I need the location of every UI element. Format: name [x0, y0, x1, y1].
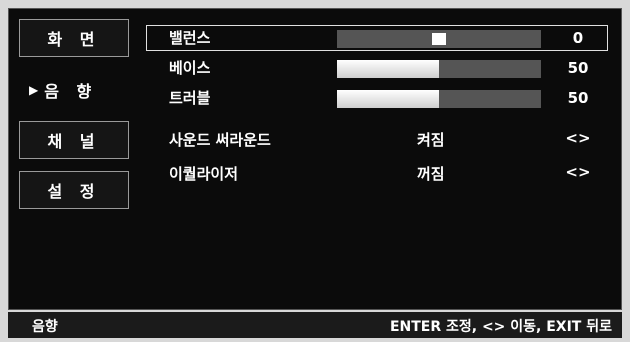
- balance-slider-knob[interactable]: [432, 33, 446, 45]
- footer-hint: ENTER 조정, <> 이동, EXIT 뒤로: [389, 319, 612, 335]
- bass-value: 50: [567, 59, 589, 77]
- bass-slider[interactable]: [337, 60, 541, 78]
- tv-menu-screen: 화 면 ▶ 음 향 채 널 설 정 밸런스 0 베이스 50 트러블 50 사운…: [8, 8, 622, 310]
- bass-label: 베이스: [169, 59, 211, 77]
- equalizer-state[interactable]: 꺼짐: [417, 163, 445, 184]
- balance-value: 0: [572, 29, 584, 47]
- menu-item-label: 설 정: [47, 182, 101, 201]
- footer-section-label: 음향: [32, 319, 58, 335]
- treble-slider-fill: [337, 90, 439, 108]
- menu-item-picture[interactable]: 화 면: [19, 19, 129, 57]
- bass-slider-fill: [337, 60, 439, 78]
- treble-value: 50: [567, 89, 589, 107]
- balance-slider[interactable]: [337, 30, 541, 48]
- menu-item-sound[interactable]: ▶ 음 향: [19, 71, 129, 109]
- status-footer: 음향 ENTER 조정, <> 이동, EXIT 뒤로: [8, 312, 622, 338]
- equalizer-arrows-icon[interactable]: <>: [553, 163, 603, 181]
- menu-item-channel[interactable]: 채 널: [19, 121, 129, 159]
- treble-label: 트러블: [169, 89, 211, 107]
- surround-arrows-icon[interactable]: <>: [553, 129, 603, 147]
- menu-item-label: 채 널: [47, 132, 101, 151]
- surround-label: 사운드 써라운드: [169, 131, 271, 149]
- menu-item-label: 음 향: [44, 82, 98, 101]
- menu-item-settings[interactable]: 설 정: [19, 171, 129, 209]
- equalizer-label: 이퀄라이저: [169, 165, 239, 183]
- menu-item-label: 화 면: [47, 30, 101, 49]
- selected-arrow-icon: ▶: [29, 83, 39, 97]
- surround-state[interactable]: 켜짐: [417, 129, 445, 150]
- treble-slider[interactable]: [337, 90, 541, 108]
- balance-label: 밸런스: [169, 29, 211, 47]
